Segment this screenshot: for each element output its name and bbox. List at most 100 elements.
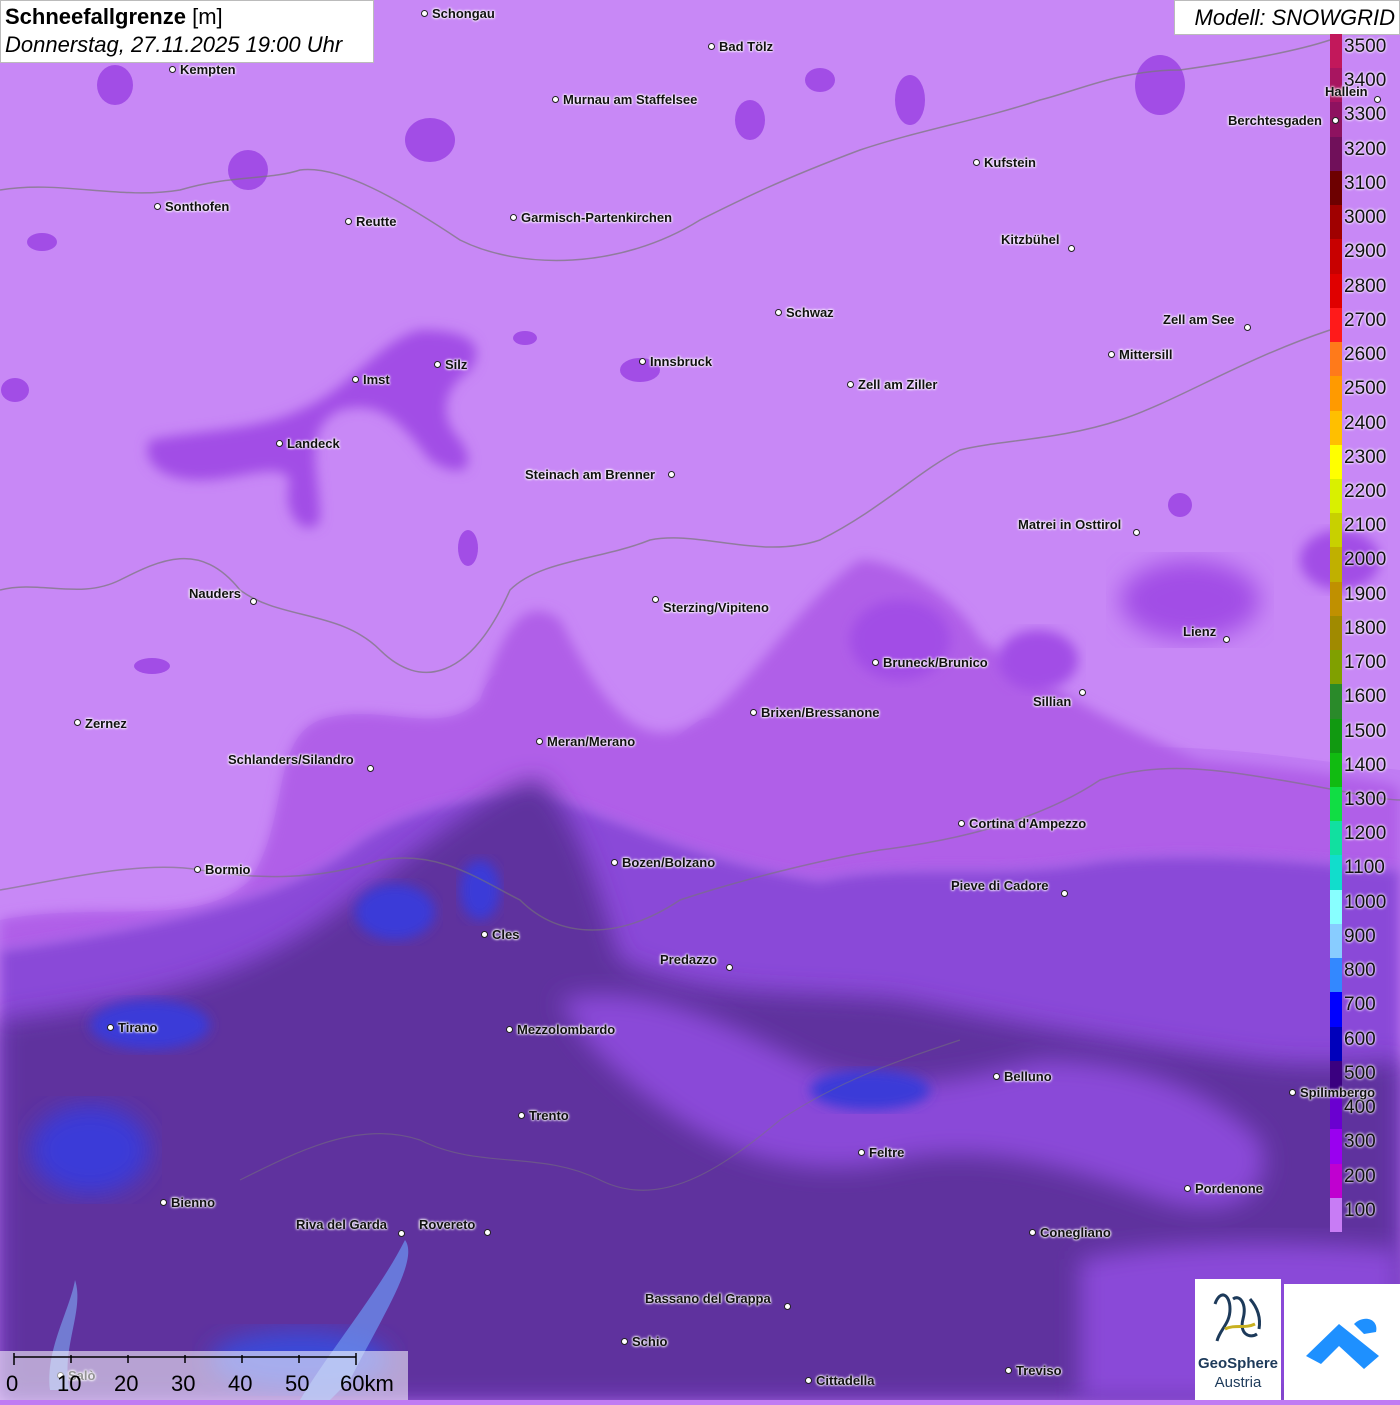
legend-label: 100 [1344,1199,1376,1221]
city-label: Kufstein [984,155,1036,170]
city-label: Bozen/Bolzano [622,855,716,870]
legend-label: 1700 [1344,652,1387,674]
map-blob [735,100,765,140]
city-label: Bruneck/Brunico [883,655,988,670]
legend-swatch [1330,513,1342,548]
city-marker-icon [804,1376,812,1384]
model-label: Modell: SNOWGRID [1174,0,1400,35]
legend-label: 2000 [1344,549,1387,571]
map-blue-pocket [810,1070,930,1110]
legend-label: 3200 [1344,138,1387,160]
map-blob [405,118,455,162]
scale-label: 10 [57,1371,82,1396]
map-blue-pocket [355,884,435,940]
scale-bar: 0 10 20 30 40 50 60km [0,1351,408,1400]
map-blob [513,331,537,345]
city-marker-icon [1183,1184,1191,1192]
forecast-datetime: Donnerstag, 27.11.2025 19:00 Uhr [5,32,343,57]
city-marker-icon [1028,1228,1036,1236]
map-blob [458,530,478,566]
city-marker-icon [972,158,980,166]
city-label: Nauders [189,586,242,601]
city-label: Cittadella [816,1373,875,1388]
city-label: Bad Tölz [719,39,774,54]
scale-label: 0 [6,1371,19,1396]
map-blob [228,150,268,190]
legend-label: 1900 [1344,583,1387,605]
city-marker-icon [871,658,879,666]
legend-swatch [1330,684,1342,720]
city-label: Steinach am Brenner [525,467,656,482]
legend-swatch [1330,615,1342,651]
legend-swatch [1330,787,1342,822]
legend-label: 1300 [1344,789,1387,811]
city-marker-icon [1288,1088,1296,1096]
city-label: Innsbruck [650,354,713,369]
legend-swatch [1330,821,1342,856]
city-label: Matrei in Osttirol [1018,517,1122,532]
legend-label: 3500 [1344,36,1387,57]
legend-label: 2300 [1344,446,1387,468]
legend-label: 1800 [1344,617,1387,639]
city-marker-icon [366,764,374,772]
city-marker-icon [344,217,352,225]
city-label: Bienno [171,1195,216,1210]
map-blob [97,65,133,105]
city-marker-icon [397,1229,405,1237]
legend-label: 500 [1344,1062,1376,1084]
city-label: Silz [445,357,468,372]
city-label: Sillian [1033,694,1072,709]
legend-label: 200 [1344,1165,1376,1187]
legend-label: 2800 [1344,275,1387,297]
city-marker-icon [153,202,161,210]
city-marker-icon [1107,350,1115,358]
legend-swatch [1330,718,1342,754]
city-label: Pieve di Cadore [951,878,1049,893]
legend-label: 2900 [1344,241,1387,263]
legend-label: 2600 [1344,344,1387,366]
city-label: Bassano del Grappa [645,1291,771,1306]
legend-label: 300 [1344,1131,1376,1153]
map-blob [134,658,170,674]
city-marker-icon [1373,95,1381,103]
city-marker-icon [857,1148,865,1156]
city-marker-icon [1060,889,1068,897]
city-label: Treviso [1016,1363,1062,1378]
city-marker-icon [505,1025,513,1033]
city-marker-icon [73,718,81,726]
city-label: Tirano [118,1020,158,1035]
legend-swatch [1330,992,1342,1028]
title-bold: Schneefallgrenze [5,4,186,29]
city-marker-icon [1067,244,1075,252]
scale-label: 50 [285,1371,310,1396]
legend-label: 1000 [1344,891,1387,913]
map-blob [998,630,1078,690]
legend-swatch [1330,752,1342,788]
legend-label: 1500 [1344,720,1387,742]
city-label: Sonthofen [165,199,230,214]
city-marker-icon [846,380,854,388]
legend-swatch [1330,1129,1342,1165]
map-blue-pocket [460,860,500,920]
map-title: Schneefallgrenze [m] [5,3,369,31]
legend-swatch [1330,855,1342,891]
legend-label: 2100 [1344,515,1387,537]
city-label: Sterzing/Vipiteno [663,600,769,615]
geosphere-logo: GeoSphere Austria [1195,1279,1281,1400]
legend-label: 400 [1344,1097,1376,1119]
scale-label: 20 [114,1371,139,1396]
city-marker-icon [1222,635,1230,643]
legend-swatch [1330,444,1342,480]
legend-label: 2500 [1344,378,1387,400]
legend-swatch [1330,136,1342,172]
snowgrid-logo [1284,1284,1400,1400]
legend-swatch [1330,1197,1342,1233]
city-marker-icon [535,737,543,745]
legend-label: 1200 [1344,823,1387,845]
city-marker-icon [249,597,257,605]
legend-swatch [1330,170,1342,206]
city-marker-icon [1132,528,1140,536]
city-label: Zell am See [1163,312,1235,327]
city-label: Mezzolombardo [517,1022,616,1037]
city-marker-icon [638,357,646,365]
